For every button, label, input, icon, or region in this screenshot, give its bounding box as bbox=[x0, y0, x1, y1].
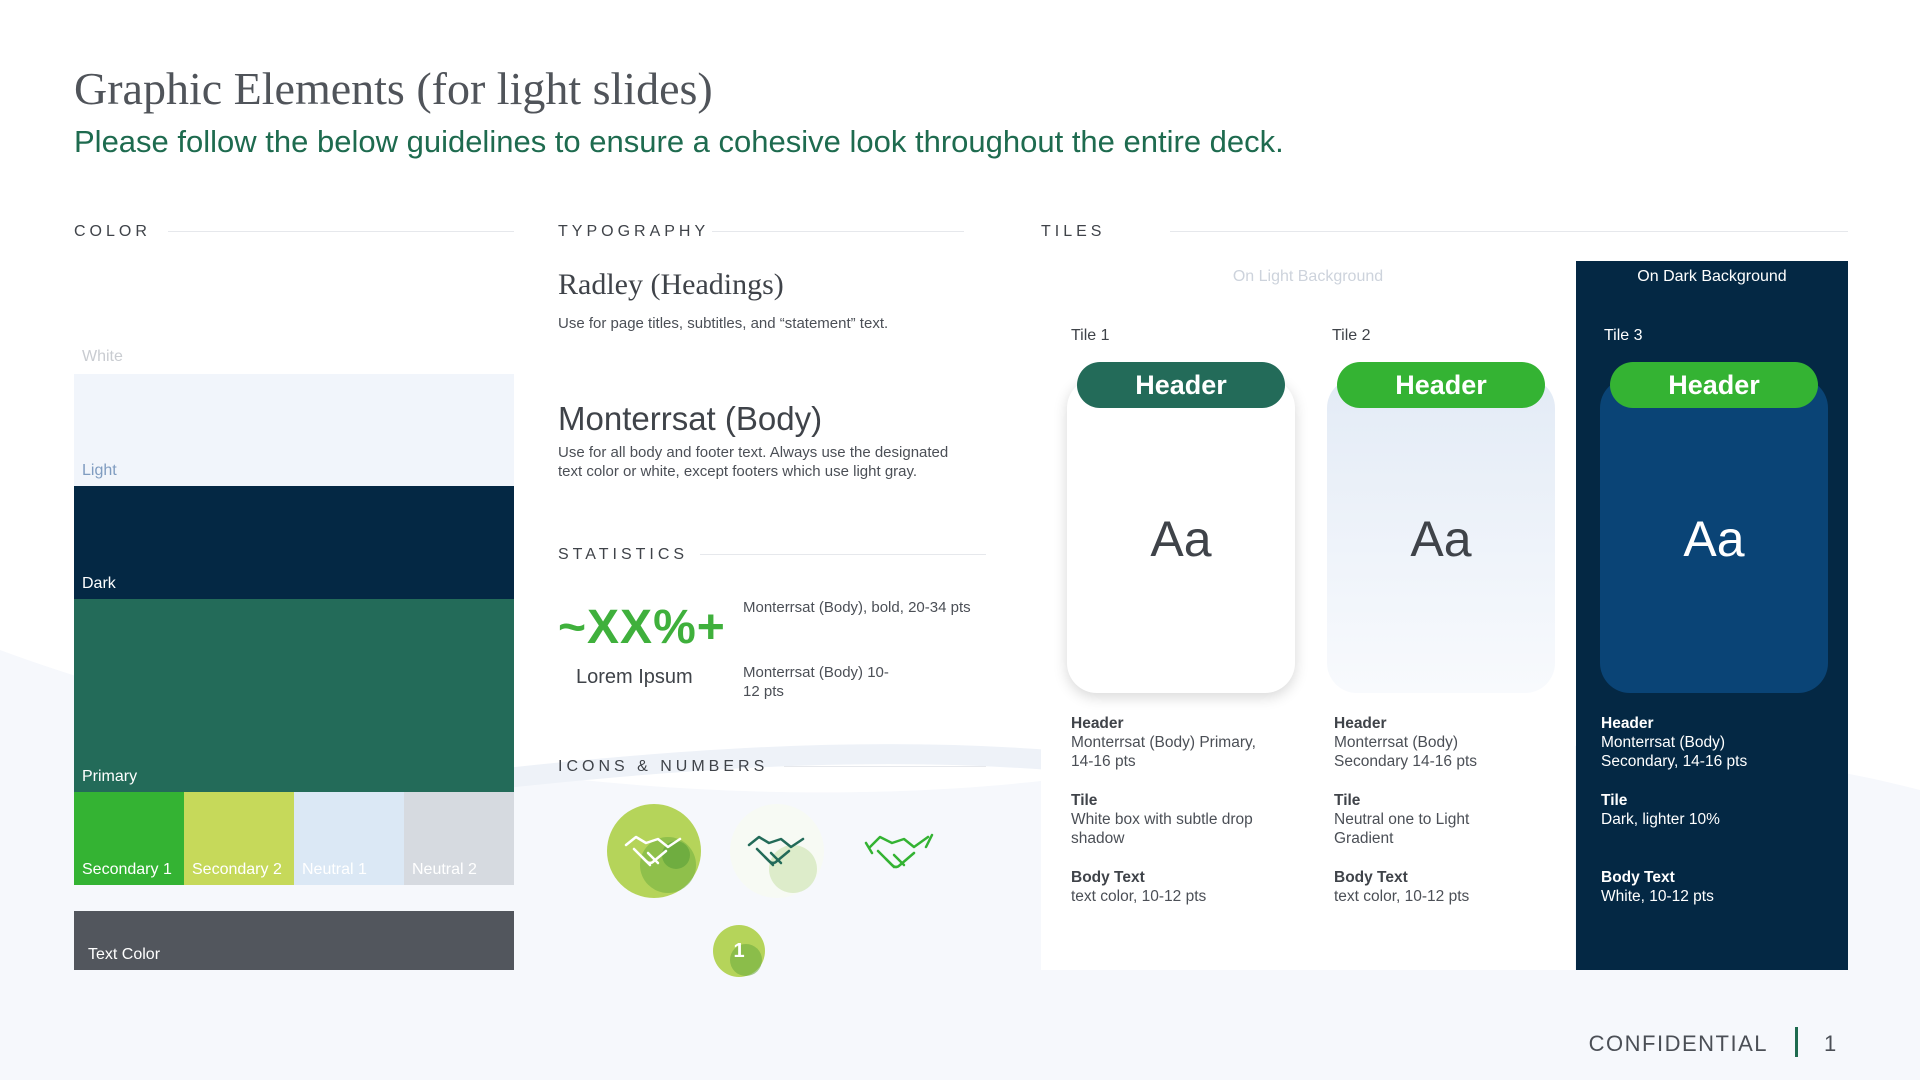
body-font-name: Monterrsat (Body) bbox=[558, 400, 823, 437]
tile-2-note-tile: Tile Neutral one to Light Gradient bbox=[1334, 791, 1524, 848]
tile-3-header: Header bbox=[1610, 362, 1818, 408]
tile-2-header: Header bbox=[1337, 362, 1545, 408]
icons-section-rule bbox=[784, 766, 986, 767]
tiles-section-label: TILES bbox=[1041, 223, 1106, 240]
tile-3-notes: Header Monterrsat (Body) Secondary, 14-16… bbox=[1601, 714, 1801, 906]
note-text: text color, 10-12 pts bbox=[1334, 888, 1470, 905]
dark-background-heading: On Dark Background bbox=[1637, 268, 1787, 285]
swatch-text-color-label: Text Color bbox=[88, 946, 161, 963]
note-title: Header bbox=[1601, 715, 1654, 732]
swatch-white-label: White bbox=[82, 348, 123, 365]
tile-1-note-header: Header Monterrsat (Body) Primary, 14-16 p… bbox=[1071, 714, 1271, 771]
statistic-value: ~XX%+ bbox=[558, 601, 726, 654]
note-text: text color, 10-12 pts bbox=[1071, 888, 1207, 905]
tile-1-note-tile: Tile White box with subtle drop shadow bbox=[1071, 791, 1271, 848]
tile-3-name: Tile 3 bbox=[1604, 327, 1643, 344]
tile-1-header: Header bbox=[1077, 362, 1285, 408]
note-text: Neutral one to Light Gradient bbox=[1334, 811, 1470, 847]
tile-2-note-body: Body Text text color, 10-12 pts bbox=[1334, 868, 1524, 906]
swatch-text-color: Text Color bbox=[74, 911, 514, 970]
handshake-icon bbox=[729, 803, 825, 899]
swatch-primary-label: Primary bbox=[82, 768, 138, 785]
tiles-section-rule bbox=[1170, 231, 1848, 232]
swatch-secondary-2-label: Secondary 2 bbox=[192, 861, 282, 878]
handshake-icon bbox=[864, 823, 936, 879]
tile-3-note-tile: Tile Dark, lighter 10% bbox=[1601, 791, 1801, 829]
heading-font-name: Radley (Headings) bbox=[558, 268, 784, 301]
note-text: Monterrsat (Body) Secondary, 14-16 pts bbox=[1601, 734, 1748, 770]
color-section-rule bbox=[168, 231, 514, 232]
tile-3-note-header: Header Monterrsat (Body) Secondary, 14-16… bbox=[1601, 714, 1801, 771]
swatch-dark: Dark bbox=[74, 486, 514, 599]
number-badge-value: 1 bbox=[733, 939, 745, 962]
statistics-section-label: STATISTICS bbox=[558, 546, 689, 563]
statistic-value-description: Monterrsat (Body), bold, 20-34 pts bbox=[743, 599, 971, 616]
note-text: White box with subtle drop shadow bbox=[1071, 811, 1253, 847]
body-font-description: Use for all body and footer text. Always… bbox=[558, 444, 949, 480]
note-title: Tile bbox=[1071, 792, 1098, 809]
swatch-neutral-1: Neutral 1 bbox=[294, 792, 404, 885]
note-text: Dark, lighter 10% bbox=[1601, 811, 1720, 828]
note-text: Monterrsat (Body) Secondary 14-16 pts bbox=[1334, 734, 1478, 770]
footer-divider bbox=[1795, 1027, 1798, 1057]
swatch-light-label: Light bbox=[82, 462, 117, 479]
swatch-secondary-1: Secondary 1 bbox=[74, 792, 184, 885]
swatch-primary: Primary bbox=[74, 599, 514, 792]
tile-3-note-body: Body Text White, 10-12 pts bbox=[1601, 868, 1801, 906]
note-title: Header bbox=[1334, 715, 1387, 732]
note-title: Body Text bbox=[1334, 869, 1408, 886]
swatch-neutral-2: Neutral 2 bbox=[404, 792, 514, 885]
note-title: Body Text bbox=[1601, 869, 1675, 886]
number-badge: 1 bbox=[712, 924, 766, 978]
swatch-white: White bbox=[74, 340, 514, 374]
note-title: Body Text bbox=[1071, 869, 1145, 886]
page-number: 1 bbox=[1824, 1031, 1837, 1056]
tile-2-notes: Header Monterrsat (Body) Secondary 14-16 … bbox=[1334, 714, 1524, 906]
tile-3-sample: Aa bbox=[1683, 511, 1745, 567]
handshake-icon bbox=[606, 803, 702, 899]
tile-1-name: Tile 1 bbox=[1071, 327, 1110, 344]
footer-confidential: CONFIDENTIAL bbox=[1588, 1031, 1768, 1056]
page-title: Graphic Elements (for light slides) bbox=[74, 63, 713, 114]
typography-section-label: TYPOGRAPHY bbox=[558, 223, 710, 240]
heading-font-description: Use for page titles, subtitles, and “sta… bbox=[558, 315, 889, 332]
note-text: White, 10-12 pts bbox=[1601, 888, 1714, 905]
swatch-secondary-2: Secondary 2 bbox=[184, 792, 294, 885]
swatch-light: Light bbox=[74, 374, 514, 486]
swatch-dark-label: Dark bbox=[82, 575, 116, 592]
tile-2-name: Tile 2 bbox=[1332, 327, 1371, 344]
tile-2-sample: Aa bbox=[1410, 511, 1472, 567]
note-title: Tile bbox=[1601, 792, 1628, 809]
swatch-neutral-1-label: Neutral 1 bbox=[302, 861, 367, 878]
typography-section-rule bbox=[712, 231, 964, 232]
statistic-label-description: Monterrsat (Body) 10-12 pts bbox=[743, 664, 889, 700]
swatch-neutral-2-label: Neutral 2 bbox=[412, 861, 477, 878]
color-palette: White Light Dark Primary Secondary 1 Sec… bbox=[74, 340, 514, 970]
tile-2-note-header: Header Monterrsat (Body) Secondary 14-16 … bbox=[1334, 714, 1524, 771]
tile-1-sample: Aa bbox=[1150, 511, 1212, 567]
statistic-label: Lorem Ipsum bbox=[576, 666, 693, 688]
statistics-section-rule bbox=[700, 554, 986, 555]
swatch-secondary-1-label: Secondary 1 bbox=[82, 861, 172, 878]
page-subtitle: Please follow the below guidelines to en… bbox=[74, 124, 1284, 159]
note-title: Header bbox=[1071, 715, 1124, 732]
light-background-heading: On Light Background bbox=[1232, 268, 1384, 285]
icons-section-label: ICONS & NUMBERS bbox=[558, 758, 769, 775]
tile-1-notes: Header Monterrsat (Body) Primary, 14-16 p… bbox=[1071, 714, 1271, 906]
note-text: Monterrsat (Body) Primary, 14-16 pts bbox=[1071, 734, 1256, 770]
tile-1-note-body: Body Text text color, 10-12 pts bbox=[1071, 868, 1271, 906]
note-title: Tile bbox=[1334, 792, 1361, 809]
color-section-label: COLOR bbox=[74, 223, 151, 240]
